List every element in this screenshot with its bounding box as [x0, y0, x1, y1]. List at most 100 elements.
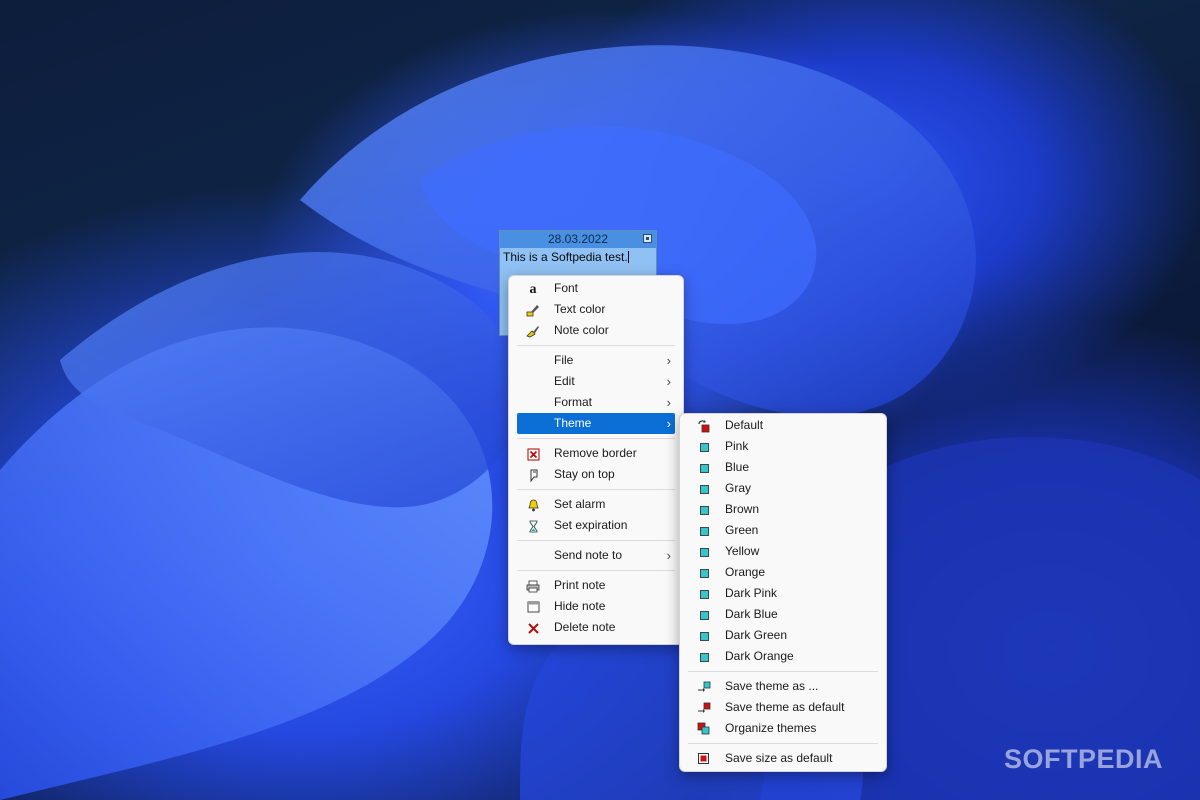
menu-item-label: Dark Green: [725, 628, 788, 642]
menu-item-label: Edit: [554, 374, 575, 388]
theme-item-dark-blue[interactable]: Dark Blue: [688, 604, 878, 625]
menu-item-label: Note color: [554, 323, 609, 337]
theme-submenu: Default Pink Blue Gray Brown Green Yello…: [679, 413, 887, 772]
menu-item-label: Default: [725, 418, 764, 432]
theme-item-dark-green[interactable]: Dark Green: [688, 625, 878, 646]
menu-item-label: Dark Pink: [725, 586, 778, 600]
theme-item-default[interactable]: Default: [688, 415, 878, 436]
menu-item-theme[interactable]: Theme ›: [517, 413, 675, 434]
menu-item-label: Hide note: [554, 599, 606, 613]
menu-item-delete-note[interactable]: Delete note: [517, 617, 675, 638]
theme-swatch-icon: [697, 440, 711, 454]
menu-item-file[interactable]: File ›: [517, 350, 675, 371]
menu-item-label: Delete note: [554, 620, 616, 634]
font-icon: a: [529, 281, 537, 297]
menu-item-label: Stay on top: [554, 467, 615, 481]
menu-item-label: Dark Blue: [725, 607, 778, 621]
default-theme-icon: [697, 419, 711, 433]
menu-item-label: Set alarm: [554, 497, 606, 511]
menu-item-label: Save theme as ...: [725, 679, 819, 693]
theme-item-pink[interactable]: Pink: [688, 436, 878, 457]
organize-themes-icon: [697, 722, 711, 736]
theme-swatch-icon: [697, 629, 711, 643]
theme-item-save-theme-as[interactable]: Save theme as ...: [688, 676, 878, 697]
theme-swatch-icon: [697, 503, 711, 517]
menu-item-label: Save size as default: [725, 751, 833, 765]
menu-item-hide-note[interactable]: Hide note: [517, 596, 675, 617]
menu-item-label: Theme: [554, 416, 592, 430]
menu-item-print-note[interactable]: Print note: [517, 575, 675, 596]
save-theme-default-icon: [697, 701, 711, 715]
menu-item-label: Green: [725, 523, 759, 537]
theme-item-yellow[interactable]: Yellow: [688, 541, 878, 562]
menu-item-label: Blue: [725, 460, 750, 474]
menu-item-set-alarm[interactable]: Set alarm: [517, 494, 675, 515]
menu-separator: [688, 671, 878, 672]
chevron-right-icon: ›: [666, 416, 671, 431]
theme-item-organize-themes[interactable]: Organize themes: [688, 718, 878, 739]
theme-item-dark-orange[interactable]: Dark Orange: [688, 646, 878, 667]
theme-item-green[interactable]: Green: [688, 520, 878, 541]
theme-item-save-theme-as-default[interactable]: Save theme as default: [688, 697, 878, 718]
chevron-right-icon: ›: [666, 353, 671, 368]
menu-item-edit[interactable]: Edit ›: [517, 371, 675, 392]
menu-item-label: Gray: [725, 481, 752, 495]
window-icon: [526, 600, 540, 614]
menu-item-label: Pink: [725, 439, 749, 453]
chevron-right-icon: ›: [666, 374, 671, 389]
menu-item-note-color[interactable]: Note color: [517, 320, 675, 341]
text-color-icon: [526, 303, 540, 317]
chevron-right-icon: ›: [666, 548, 671, 563]
menu-item-format[interactable]: Format ›: [517, 392, 675, 413]
menu-item-label: Remove border: [554, 446, 637, 460]
menu-item-stay-on-top[interactable]: Stay on top: [517, 464, 675, 485]
theme-swatch-icon: [697, 482, 711, 496]
theme-swatch-icon: [697, 587, 711, 601]
menu-item-label: Yellow: [725, 544, 760, 558]
menu-item-label: Text color: [554, 302, 606, 316]
note-titlebar[interactable]: 28.03.2022: [500, 231, 656, 248]
chevron-right-icon: ›: [666, 395, 671, 410]
theme-item-orange[interactable]: Orange: [688, 562, 878, 583]
menu-item-label: Save theme as default: [725, 700, 845, 714]
note-text: This is a Softpedia test.: [503, 250, 628, 264]
text-caret: [627, 251, 629, 263]
theme-item-gray[interactable]: Gray: [688, 478, 878, 499]
theme-swatch-icon: [697, 545, 711, 559]
menu-item-label: Organize themes: [725, 721, 817, 735]
theme-item-brown[interactable]: Brown: [688, 499, 878, 520]
menu-separator: [517, 489, 675, 490]
theme-item-blue[interactable]: Blue: [688, 457, 878, 478]
theme-item-save-size-as-default[interactable]: Save size as default: [688, 748, 878, 769]
menu-separator: [688, 743, 878, 744]
menu-item-label: Dark Orange: [725, 649, 794, 663]
note-date: 28.03.2022: [547, 232, 609, 246]
note-body[interactable]: This is a Softpedia test.: [500, 248, 656, 266]
hourglass-icon: [526, 519, 540, 533]
watermark-logo: SOFTPEDIA: [1004, 744, 1164, 774]
save-size-icon: [697, 752, 711, 766]
theme-swatch-icon: [697, 566, 711, 580]
menu-item-font[interactable]: a Font: [517, 278, 675, 299]
menu-separator: [517, 540, 675, 541]
menu-item-set-expiration[interactable]: Set expiration: [517, 515, 675, 536]
menu-item-remove-border[interactable]: Remove border: [517, 443, 675, 464]
menu-item-label: Print note: [554, 578, 606, 592]
theme-swatch-icon: [697, 608, 711, 622]
remove-border-icon: [526, 447, 540, 461]
theme-swatch-icon: [697, 650, 711, 664]
menu-item-send-note-to[interactable]: Send note to ›: [517, 545, 675, 566]
printer-icon: [526, 579, 540, 593]
theme-item-dark-pink[interactable]: Dark Pink: [688, 583, 878, 604]
menu-item-label: File: [554, 353, 574, 367]
menu-separator: [517, 345, 675, 346]
menu-item-label: Orange: [725, 565, 766, 579]
menu-item-text-color[interactable]: Text color: [517, 299, 675, 320]
menu-item-label: Set expiration: [554, 518, 628, 532]
note-close-button[interactable]: [643, 234, 652, 243]
delete-icon: [526, 621, 540, 635]
note-color-icon: [526, 324, 540, 338]
bell-icon: [526, 498, 540, 512]
note-context-menu: a Font Text color Note color File › Edit…: [508, 275, 684, 645]
menu-item-label: Font: [554, 281, 579, 295]
